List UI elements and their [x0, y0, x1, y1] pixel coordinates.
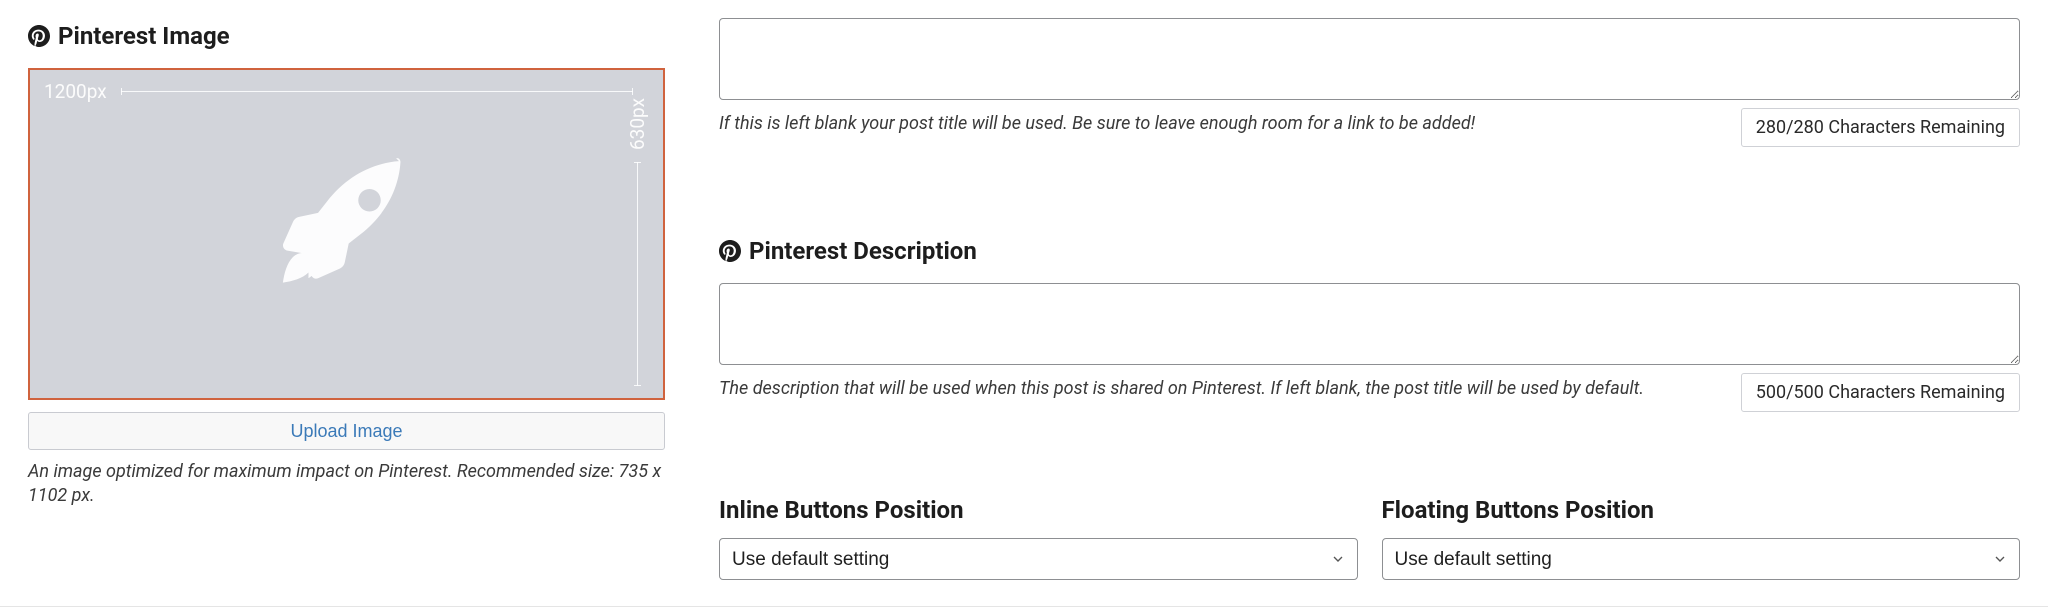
pinterest-description-help: The description that will be used when t…	[719, 377, 1725, 401]
dimension-width-guide: 1200px	[44, 80, 633, 103]
pinterest-title-textarea[interactable]	[719, 18, 2020, 100]
upload-image-button[interactable]: Upload Image	[28, 412, 665, 450]
floating-buttons-position-heading: Floating Buttons Position	[1382, 496, 2021, 524]
dimension-width-label: 1200px	[44, 80, 107, 103]
pinterest-image-placeholder[interactable]: 1200px 630px	[28, 68, 665, 400]
pinterest-description-title: Pinterest Description	[749, 237, 977, 265]
pinterest-image-help: An image optimized for maximum impact on…	[28, 460, 665, 509]
dimension-height-rule	[637, 162, 638, 386]
pinterest-description-textarea[interactable]	[719, 283, 2020, 365]
pinterest-image-title: Pinterest Image	[58, 22, 230, 50]
dimension-height-label: 630px	[626, 98, 649, 150]
pinterest-icon	[28, 25, 50, 47]
dimension-height-guide: 630px	[626, 98, 649, 386]
inline-buttons-position-heading: Inline Buttons Position	[719, 496, 1358, 524]
inline-buttons-position-select[interactable]: Use default setting	[719, 538, 1358, 580]
rocket-icon	[257, 144, 437, 324]
pinterest-icon	[719, 240, 741, 262]
pinterest-title-help: If this is left blank your post title wi…	[719, 112, 1725, 136]
floating-buttons-position-select[interactable]: Use default setting	[1382, 538, 2021, 580]
pinterest-description-heading: Pinterest Description	[719, 237, 2020, 265]
pinterest-image-heading: Pinterest Image	[28, 22, 665, 50]
pinterest-description-counter: 500/500 Characters Remaining	[1741, 373, 2020, 412]
pinterest-title-counter: 280/280 Characters Remaining	[1741, 108, 2020, 147]
dimension-width-rule	[121, 91, 633, 92]
